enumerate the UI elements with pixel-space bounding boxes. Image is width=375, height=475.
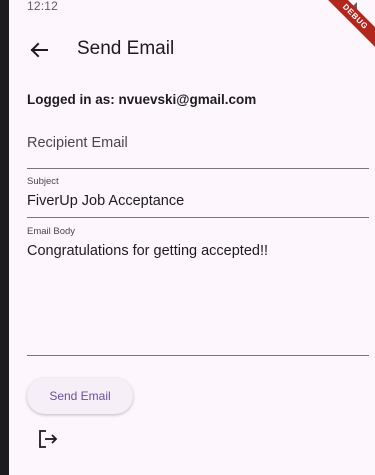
email-body-field[interactable]: Email Body Congratulations for getting a… — [27, 225, 369, 357]
recipient-email-underline — [27, 168, 369, 169]
logout-button[interactable] — [35, 426, 61, 452]
email-body-label: Email Body — [27, 226, 76, 237]
arrow-left-icon — [25, 36, 53, 64]
subject-label: Subject — [27, 176, 59, 187]
status-bar: 12:12 — [9, 0, 375, 20]
recipient-email-placeholder: Recipient Email — [27, 135, 128, 151]
status-time: 12:12 — [27, 0, 59, 13]
page-title: Send Email — [77, 38, 175, 59]
send-email-button[interactable]: Send Email — [27, 378, 133, 414]
subject-field[interactable]: Subject FiverUp Job Acceptance — [27, 174, 369, 220]
back-button[interactable] — [25, 36, 53, 64]
email-body-underline — [27, 355, 369, 356]
subject-underline — [27, 217, 369, 218]
recipient-email-field[interactable]: Recipient Email — [27, 128, 369, 170]
subject-value: FiverUp Job Acceptance — [27, 193, 185, 209]
app-screen: 12:12 DEBUG Send Email Logged in as: nvu… — [9, 0, 375, 475]
app-bar: Send Email — [9, 28, 375, 72]
logout-icon — [35, 426, 61, 452]
logged-in-label: Logged in as: nvuevski@gmail.com — [27, 92, 257, 107]
email-body-value: Congratulations for getting accepted!! — [27, 243, 269, 259]
